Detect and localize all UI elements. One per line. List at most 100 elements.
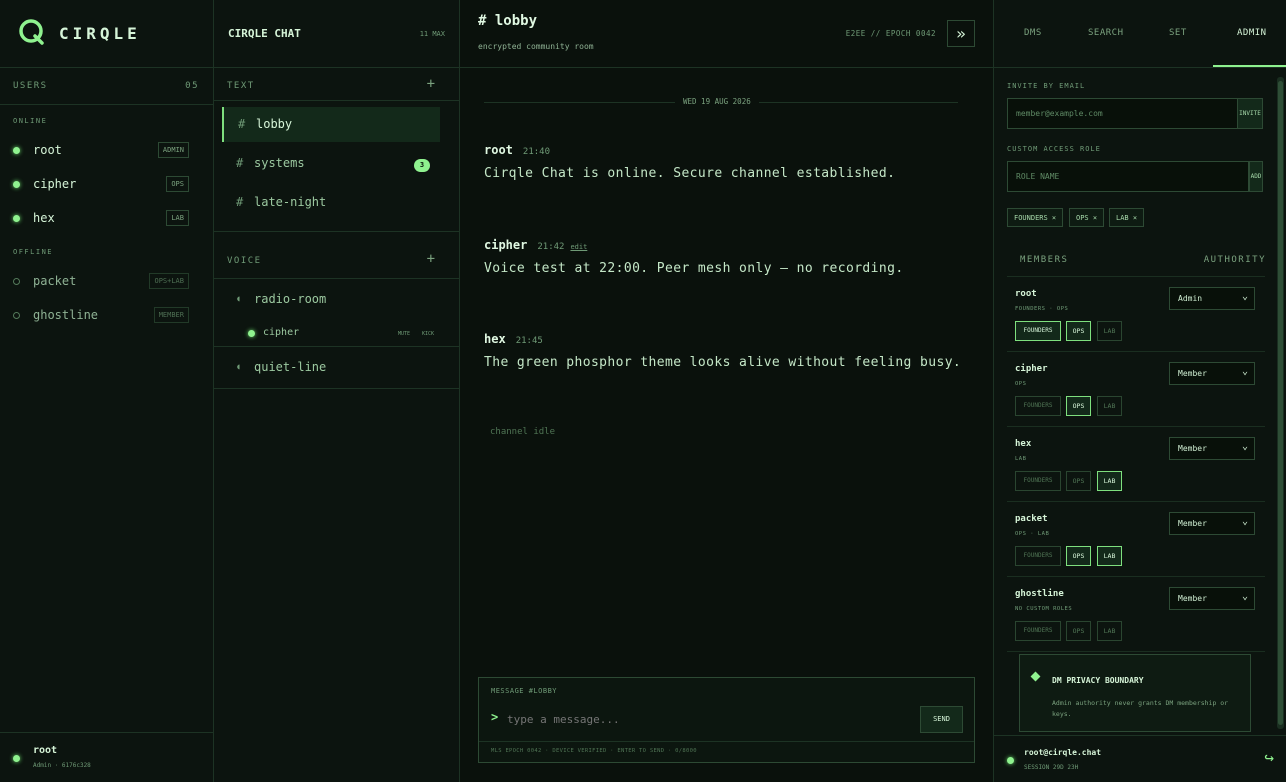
role-toggle-lab[interactable]: LAB — [1097, 396, 1122, 416]
cirqle-logo-icon — [19, 19, 44, 45]
users-panel: CIRQLE USERS 05 ONLINE root ADMIN cipher… — [0, 0, 214, 782]
authority-select[interactable]: Member ⌄ — [1169, 437, 1255, 460]
self-name: root — [33, 745, 58, 756]
role-label: CUSTOM ACCESS ROLE — [1007, 145, 1101, 153]
dm-privacy-card: DM PRIVACY BOUNDARY Admin authority neve… — [1019, 654, 1251, 732]
member-row: ghostline NO CUSTOM ROLES Member ⌄ FOUNDERS O… — [1007, 577, 1265, 652]
brand-name: CIRQLE — [59, 24, 141, 43]
session-footer: root@cirqle.chat SESSION 29D 23H ↪ — [994, 735, 1286, 782]
composer-label: MESSAGE #LOBBY — [491, 687, 558, 695]
channel-late-night[interactable]: # late-night — [222, 185, 440, 220]
role-chip-founders[interactable]: FOUNDERS × — [1007, 208, 1064, 227]
user-row-packet[interactable]: packet OPS+LAB — [0, 265, 213, 297]
role-chip-lab[interactable]: LAB × — [1109, 208, 1145, 227]
active-tab-indicator — [1213, 65, 1286, 67]
logout-icon[interactable]: ↪ — [1264, 748, 1274, 767]
role-toggle-ops[interactable]: OPS — [1066, 471, 1091, 491]
user-row-hex[interactable]: hex LAB — [0, 202, 213, 234]
hash-icon: # — [236, 156, 244, 170]
authority-select[interactable]: Admin ⌄ — [1169, 287, 1255, 310]
member-row: packet OPS · LAB Member ⌄ FOUNDERS OPS LAB — [1007, 502, 1265, 577]
role-tag: ADMIN — [157, 142, 189, 158]
mute-button[interactable]: MUTE — [398, 331, 410, 337]
chat-panel: # lobby encrypted community room E2EE //… — [460, 0, 994, 782]
role-tag: OPS+LAB — [149, 273, 189, 289]
role-toggle-lab[interactable]: LAB — [1097, 546, 1122, 566]
add-role-button[interactable]: ADD — [1249, 161, 1263, 192]
channel-systems[interactable]: # systems 3 — [222, 146, 440, 181]
role-toggle-founders[interactable]: FOUNDERS — [1015, 621, 1061, 641]
message-text: Voice test at 22:00. Peer mesh only — no… — [484, 261, 904, 276]
role-toggle-lab[interactable]: LAB — [1097, 621, 1122, 641]
tab-search[interactable]: SEARCH — [1088, 28, 1124, 38]
user-name: ghostline — [33, 308, 99, 322]
role-toggle-ops[interactable]: OPS — [1066, 546, 1091, 566]
voice-room-name: radio-room — [254, 292, 327, 306]
voice-section-label: VOICE — [227, 256, 262, 266]
role-toggle-lab[interactable]: LAB — [1097, 321, 1122, 341]
voice-room-radio-room[interactable]: ◖ radio-room — [222, 282, 440, 317]
chevron-down-icon: ⌄ — [1241, 291, 1248, 302]
user-row-ghostline[interactable]: ghostline MEMBER — [0, 299, 213, 331]
authority-select[interactable]: Member ⌄ — [1169, 587, 1255, 610]
online-dot-icon — [1007, 757, 1014, 764]
member-row: cipher OPS Member ⌄ FOUNDERS OPS LAB — [1007, 352, 1265, 427]
role-toggle-ops[interactable]: OPS — [1066, 321, 1091, 341]
role-toggle-founders[interactable]: FOUNDERS — [1015, 396, 1061, 416]
voice-room-quiet-line[interactable]: ◖ quiet-line — [222, 350, 440, 385]
role-toggle-ops[interactable]: OPS — [1066, 396, 1091, 416]
channel-subtitle: encrypted community room — [478, 42, 594, 51]
server-header: CIRQLE CHAT 11 MAX — [214, 0, 459, 68]
user-name: root — [33, 143, 62, 157]
channel-lobby[interactable]: # lobby — [222, 107, 440, 142]
prompt-icon: > — [491, 710, 499, 724]
send-button[interactable]: SEND — [920, 706, 963, 733]
edit-link[interactable]: edit — [570, 243, 587, 251]
role-toggle-founders[interactable]: FOUNDERS — [1015, 321, 1061, 341]
admin-scrollbar[interactable] — [1277, 77, 1284, 729]
user-row-cipher[interactable]: cipher OPS — [0, 168, 213, 200]
channels-panel: CIRQLE CHAT 11 MAX TEXT + # lobby # syst… — [214, 0, 460, 782]
tab-dms[interactable]: DMS — [1024, 28, 1042, 38]
online-dot-icon — [13, 755, 20, 762]
self-status[interactable]: root Admin · 6176c328 — [0, 732, 213, 782]
collapse-panel-button[interactable]: » — [947, 20, 975, 47]
user-row-root[interactable]: root ADMIN — [0, 134, 213, 166]
role-chip-ops[interactable]: OPS × — [1069, 208, 1105, 227]
role-toggle-founders[interactable]: FOUNDERS — [1015, 546, 1061, 566]
message-input[interactable] — [507, 710, 887, 728]
message-text: The green phosphor theme looks alive wit… — [484, 355, 962, 370]
message-time: 21:45 — [515, 336, 543, 346]
message-author[interactable]: hex — [484, 332, 506, 346]
authority-value: Member — [1178, 594, 1207, 603]
message-author[interactable]: cipher — [484, 238, 527, 252]
invite-email-input[interactable]: member@example.com — [1007, 98, 1238, 129]
authority-select[interactable]: Member ⌄ — [1169, 362, 1255, 385]
offline-dot-icon — [13, 312, 20, 319]
tab-admin[interactable]: ADMIN — [1237, 28, 1267, 38]
member-name: ghostline — [1015, 589, 1064, 599]
scroll-thumb[interactable] — [1278, 81, 1283, 725]
voice-room-name: quiet-line — [254, 360, 327, 374]
message-author[interactable]: root — [484, 143, 513, 157]
add-text-channel-button[interactable]: + — [427, 76, 435, 92]
role-toggle-lab[interactable]: LAB — [1097, 471, 1122, 491]
tab-set[interactable]: SET — [1169, 28, 1187, 38]
composer-footer: MLS EPOCH 0042 · DEVICE VERIFIED · ENTER… — [491, 748, 697, 754]
role-toggle-ops[interactable]: OPS — [1066, 621, 1091, 641]
role-name-input[interactable]: ROLE NAME — [1007, 161, 1249, 192]
invite-button[interactable]: INVITE — [1237, 98, 1263, 129]
panel-tabs: DMS SEARCH SET ADMIN — [994, 0, 1286, 68]
authority-select[interactable]: Member ⌄ — [1169, 512, 1255, 535]
online-dot-icon — [13, 181, 20, 188]
users-title: USERS — [13, 81, 48, 91]
member-roles-summary: OPS · LAB — [1015, 531, 1050, 537]
users-count: 05 — [185, 81, 199, 91]
role-toggle-founders[interactable]: FOUNDERS — [1015, 471, 1061, 491]
kick-button[interactable]: KICK — [422, 331, 434, 337]
message-text: Cirqle Chat is online. Secure channel es… — [484, 166, 896, 181]
hash-icon: # — [238, 117, 246, 131]
chevron-down-icon: ⌄ — [1241, 591, 1248, 602]
authority-value: Member — [1178, 444, 1207, 453]
add-voice-channel-button[interactable]: + — [427, 251, 435, 267]
